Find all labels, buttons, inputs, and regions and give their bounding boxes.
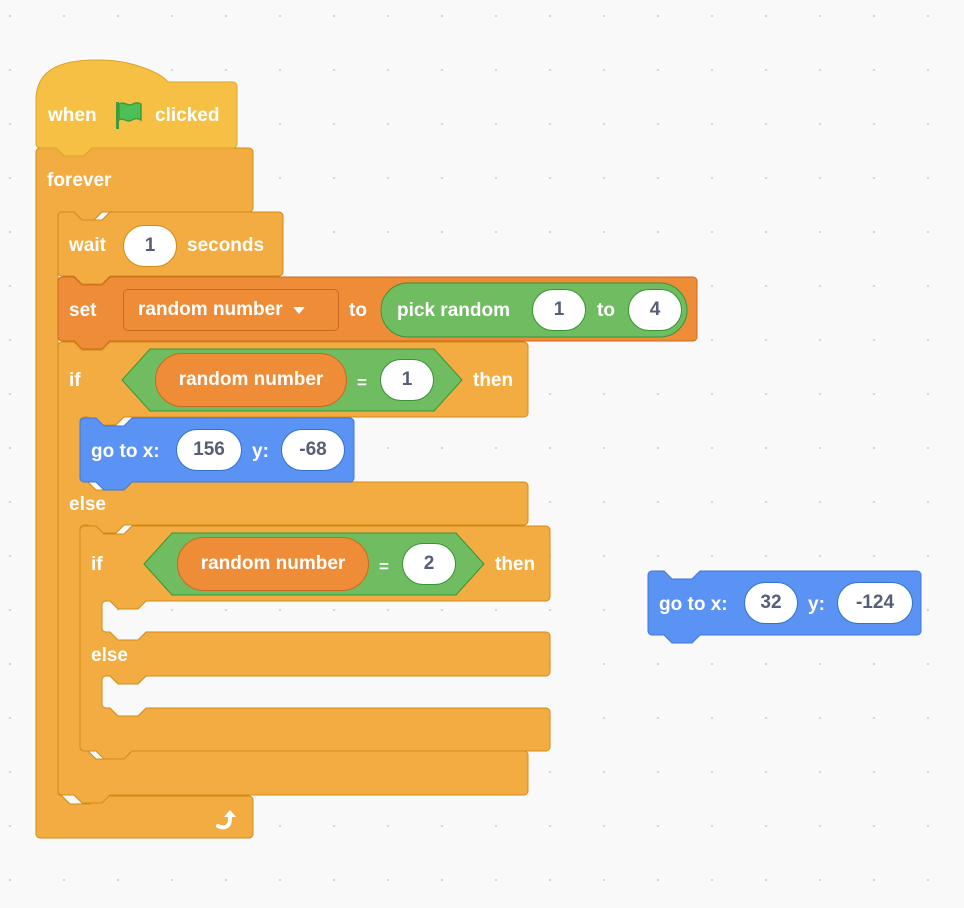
go-to-y-label: y: [252, 441, 269, 462]
pick-random-to-input[interactable]: 4 [628, 289, 682, 331]
condition-value-input[interactable]: 1 [380, 359, 434, 401]
go-to-y-input[interactable]: -68 [281, 429, 345, 471]
green-flag-icon [116, 102, 142, 129]
inner-condition-value-input[interactable]: 2 [402, 543, 456, 585]
pick-random-to-label: to [597, 300, 615, 321]
inner-random-number-variable-reporter[interactable]: random number [177, 537, 369, 591]
then-label: then [473, 370, 514, 391]
when-label: when [48, 105, 97, 126]
forever-label: forever [47, 170, 112, 191]
go-to-x-input[interactable]: 156 [176, 429, 242, 471]
inner-else-label: else [91, 645, 128, 666]
inner-then-label: then [495, 554, 536, 575]
to-label: to [349, 300, 367, 321]
loose-go-to-x-input[interactable]: 32 [744, 582, 798, 624]
go-to-x-label: go to x: [91, 441, 160, 462]
random-number-variable-reporter[interactable]: random number [155, 353, 347, 407]
loose-go-to-y-input[interactable]: -124 [837, 582, 913, 624]
seconds-label: seconds [187, 235, 265, 256]
wait-seconds-input[interactable]: 1 [123, 225, 177, 267]
inner-if-label: if [91, 554, 103, 575]
else-label: else [69, 494, 106, 515]
chevron-down-icon [292, 306, 305, 314]
if-label: if [69, 370, 81, 391]
loose-go-to-y-label: y: [808, 594, 825, 615]
pick-random-from-input[interactable]: 1 [532, 289, 586, 331]
loop-arrow-icon [216, 810, 236, 830]
variable-dropdown[interactable]: random number [123, 289, 339, 331]
equals-operator: = [357, 373, 367, 392]
set-label: set [69, 300, 97, 321]
pick-random-label: pick random [397, 300, 510, 321]
inner-equals-operator: = [379, 557, 389, 576]
loose-go-to-x-label: go to x: [659, 594, 728, 615]
wait-label: wait [69, 235, 106, 256]
variable-dropdown-value: random number [138, 299, 283, 320]
clicked-label: clicked [155, 105, 220, 126]
